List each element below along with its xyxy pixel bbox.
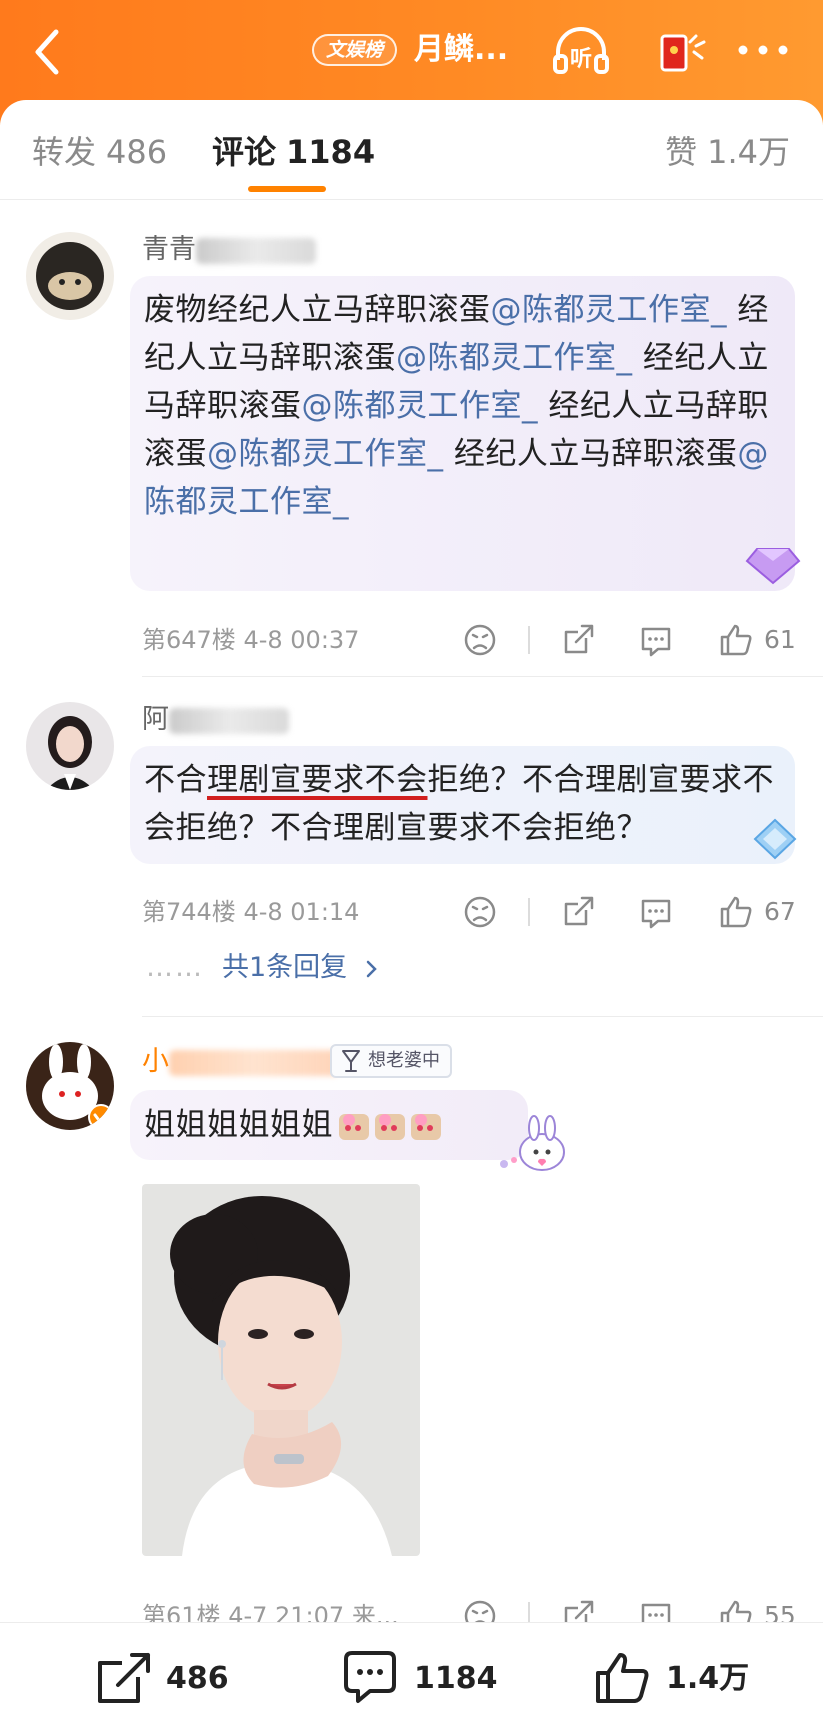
listen-headphones-icon[interactable]: 听 (550, 22, 612, 80)
svg-text:听: 听 (570, 47, 592, 72)
mention-link[interactable]: @陈都灵工作室_ (396, 340, 633, 376)
thumbs-up-icon (596, 1653, 649, 1703)
red-packet-icon[interactable] (650, 22, 712, 80)
badge-text: 想老婆中 (368, 1050, 440, 1071)
tab-comments-label: 评论 (212, 133, 277, 171)
page-title[interactable]: 月鳞... (414, 30, 508, 70)
tab-repost[interactable]: 转发 486 (32, 130, 167, 174)
comment-meta-row: 第647楼 4-8 00:37 61 (142, 620, 802, 660)
divider (528, 898, 530, 926)
red-underlined-text: 理剧宣要求不会 (207, 762, 428, 798)
angry-face-icon[interactable] (462, 892, 498, 932)
repost-share-icon (98, 1653, 150, 1703)
mention-link[interactable]: @陈都灵工作室_ (491, 292, 728, 328)
bunny-sticker-decoration-icon (500, 1115, 565, 1171)
mention-link[interactable]: @陈都灵工作室_ (207, 436, 444, 472)
chevron-right-icon (366, 960, 377, 977)
comment-time: 4-8 01:14 (243, 898, 360, 926)
divider (528, 626, 530, 654)
comment-username[interactable]: 阿 (142, 702, 289, 738)
comment-meta: 第744楼 4-8 01:14 (142, 896, 359, 928)
like-button[interactable]: 1.4万 (592, 1647, 762, 1709)
comment-meta-row: 第744楼 4-8 01:14 67 (142, 892, 802, 932)
verified-badge-icon (88, 1104, 114, 1130)
tab-likes-count: 1.4万 (707, 133, 790, 171)
comment-bubble: 废物经纪人立马辞职滚蛋@陈都灵工作室_ 经纪人立马辞职滚蛋@陈都灵工作室_ 经纪… (130, 276, 801, 591)
username-text: 阿 (142, 704, 169, 735)
tab-comments[interactable]: 评论 1184 (212, 130, 375, 174)
share-icon[interactable] (560, 892, 596, 932)
like-count: 67 (764, 897, 796, 926)
comment-bubble-icon[interactable] (638, 892, 674, 932)
username-blur-mask (196, 237, 316, 264)
comment-text: 姐姐姐姐姐姐 (144, 1100, 514, 1150)
comment-time: 4-8 00:37 (243, 626, 360, 654)
active-tab-indicator (248, 186, 326, 192)
comment-text-segment: 经纪人立马辞职滚蛋 (443, 436, 738, 472)
thumbs-up-icon[interactable] (718, 620, 754, 660)
tab-repost-count: 486 (106, 133, 168, 171)
comment-divider (142, 1016, 823, 1017)
avatar[interactable] (26, 702, 114, 790)
heart-eyes-emoji-icon (339, 1113, 441, 1140)
comment-text-segment: 姐姐姐姐姐姐 (144, 1107, 333, 1143)
angry-face-icon[interactable] (462, 620, 498, 660)
view-replies-link[interactable]: …… 共1条回复 (146, 950, 382, 986)
username-blur-mask (169, 1049, 339, 1076)
tab-likes-label: 赞 (665, 133, 698, 171)
comment-text-segment: 不合 (144, 762, 207, 798)
back-arrow-icon[interactable] (28, 26, 68, 78)
reply-count-text: 共1条回复 (222, 952, 348, 983)
tab-comments-count: 1184 (286, 133, 376, 171)
diamond-decoration-icon (745, 548, 801, 585)
comment-meta: 第647楼 4-8 00:37 (142, 624, 359, 656)
comment-bubble: 姐姐姐姐姐姐 (130, 1090, 565, 1171)
comment-username[interactable]: 青青 (142, 232, 316, 268)
mention-link[interactable]: @陈都灵工作室_ (302, 388, 539, 424)
comment-text-segment: 废物经纪人立马辞职滚蛋 (144, 292, 491, 328)
blue-diamond-decoration-icon (753, 818, 797, 860)
comment-text: 废物经纪人立马辞职滚蛋@陈都灵工作室_ 经纪人立马辞职滚蛋@陈都灵工作室_ 经纪… (144, 286, 781, 526)
like-count-total: 1.4万 (666, 1661, 750, 1696)
comment-text: 不合理剧宣要求不会拒绝？不合理剧宣要求不会拒绝？不合理剧宣要求不会拒绝？ (144, 756, 781, 852)
trophy-cup-icon (342, 1050, 360, 1072)
username-blur-mask (169, 707, 289, 734)
thumbs-up-icon[interactable] (718, 892, 754, 932)
repost-button[interactable]: 486 (94, 1647, 244, 1709)
comment-button[interactable]: 1184 (340, 1647, 510, 1709)
comment-photo[interactable] (142, 1184, 420, 1556)
avatar[interactable] (26, 232, 114, 320)
repost-count: 486 (166, 1661, 229, 1696)
bottom-action-bar: 486 1184 1.4万 (0, 1622, 823, 1732)
avatar[interactable] (26, 1042, 114, 1130)
floor-number: 第744楼 (142, 898, 236, 926)
fan-title-badge[interactable]: 想老婆中 (330, 1044, 452, 1078)
reply-dots: …… (146, 952, 204, 983)
tab-likes[interactable]: 赞 1.4万 (665, 130, 790, 174)
tab-bar: 转发 486 评论 1184 赞 1.4万 (0, 100, 823, 200)
floor-number: 第647楼 (142, 626, 236, 654)
comment-divider (142, 676, 823, 677)
share-icon[interactable] (560, 620, 596, 660)
tab-repost-label: 转发 (32, 133, 97, 171)
comment-bubble: 不合理剧宣要求不会拒绝？不合理剧宣要求不会拒绝？不合理剧宣要求不会拒绝？ (130, 746, 797, 864)
hot-list-badge[interactable]: 文娱榜 (312, 34, 398, 66)
username-text: 小 (142, 1046, 169, 1077)
username-text: 青青 (142, 234, 196, 265)
comment-username[interactable]: 小 (142, 1044, 339, 1080)
like-count: 61 (764, 625, 796, 654)
comment-bubble-icon (344, 1651, 396, 1703)
more-options-icon[interactable] (733, 30, 793, 70)
comment-bubble-icon[interactable] (638, 620, 674, 660)
comment-count: 1184 (414, 1661, 498, 1696)
